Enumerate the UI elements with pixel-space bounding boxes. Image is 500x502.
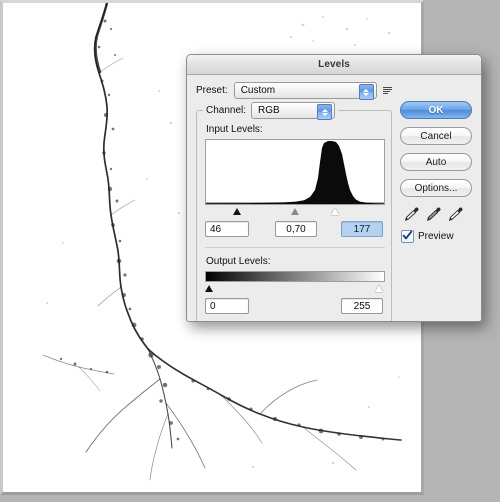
cancel-button[interactable]: Cancel [400,127,472,145]
dialog-titlebar[interactable]: Levels [187,55,481,75]
set-black-point-eyedropper[interactable] [402,205,420,223]
options-button-label: Options... [414,182,458,194]
highlight-input-field[interactable]: 177 [341,221,383,237]
options-button[interactable]: Options... [400,179,472,197]
channel-value: RGB [258,105,280,116]
output-levels-section: Output Levels: 0 255 [205,247,385,315]
preset-label: Preset: [196,85,228,96]
output-levels-slider[interactable] [205,283,385,294]
ok-button-label: OK [428,104,444,116]
output-levels-label: Output Levels: [206,256,271,267]
preset-row: Preset: Custom [196,82,472,100]
channel-stepper-arrows[interactable] [317,104,333,120]
channel-row: Channel: RGB [203,102,339,120]
shadow-input-field[interactable]: 46 [205,221,249,237]
dialog-button-column: OK Cancel Auto Options... Preview [400,101,472,243]
desktop-backdrop: Levels Preset: Custom Channel: RGB Input… [0,0,500,502]
preview-checkbox[interactable] [401,230,414,243]
output-black-field[interactable]: 0 [205,298,249,314]
set-gray-point-eyedropper[interactable] [424,205,442,223]
eyedropper-tools [402,205,472,223]
shadow-input-value: 46 [210,223,222,235]
cancel-button-label: Cancel [420,130,452,142]
preview-row[interactable]: Preview [401,230,472,243]
histogram-plot [206,140,384,204]
preview-label: Preview [418,231,454,242]
input-levels-slider[interactable] [205,206,385,217]
output-levels-fields: 0 255 [205,298,385,315]
channel-dropdown[interactable]: RGB [251,102,336,120]
preset-dropdown[interactable]: Custom [233,82,377,100]
histogram-chart [205,139,385,205]
channel-label: Channel: [206,105,247,116]
dialog-title: Levels [318,59,350,70]
output-gradient-bar [205,271,385,282]
auto-button[interactable]: Auto [400,153,472,171]
output-white-slider[interactable] [375,285,383,292]
preset-stepper-arrows[interactable] [358,84,374,100]
output-black-value: 0 [210,300,216,312]
output-white-value: 255 [353,300,371,312]
preset-value: Custom [240,85,276,96]
preset-options-icon[interactable] [382,84,396,97]
highlight-input-value: 177 [353,223,371,235]
auto-button-label: Auto [425,156,447,168]
input-levels-group: Channel: RGB Input Levels: 46 0,70 177 O… [196,102,392,321]
highlight-input-slider[interactable] [331,208,339,215]
midtone-input-value: 0,70 [286,223,306,235]
output-black-slider[interactable] [205,285,213,292]
input-levels-label: Input Levels: [206,124,263,135]
midtone-input-field[interactable]: 0,70 [275,221,317,237]
output-white-field[interactable]: 255 [341,298,383,314]
ok-button[interactable]: OK [400,101,472,119]
checkmark-icon [402,230,413,240]
input-levels-fields: 46 0,70 177 [205,221,385,238]
set-white-point-eyedropper[interactable] [446,205,464,223]
levels-dialog[interactable]: Levels Preset: Custom Channel: RGB Input… [186,54,482,322]
shadow-input-slider[interactable] [233,208,241,215]
midtone-input-slider[interactable] [291,208,299,215]
